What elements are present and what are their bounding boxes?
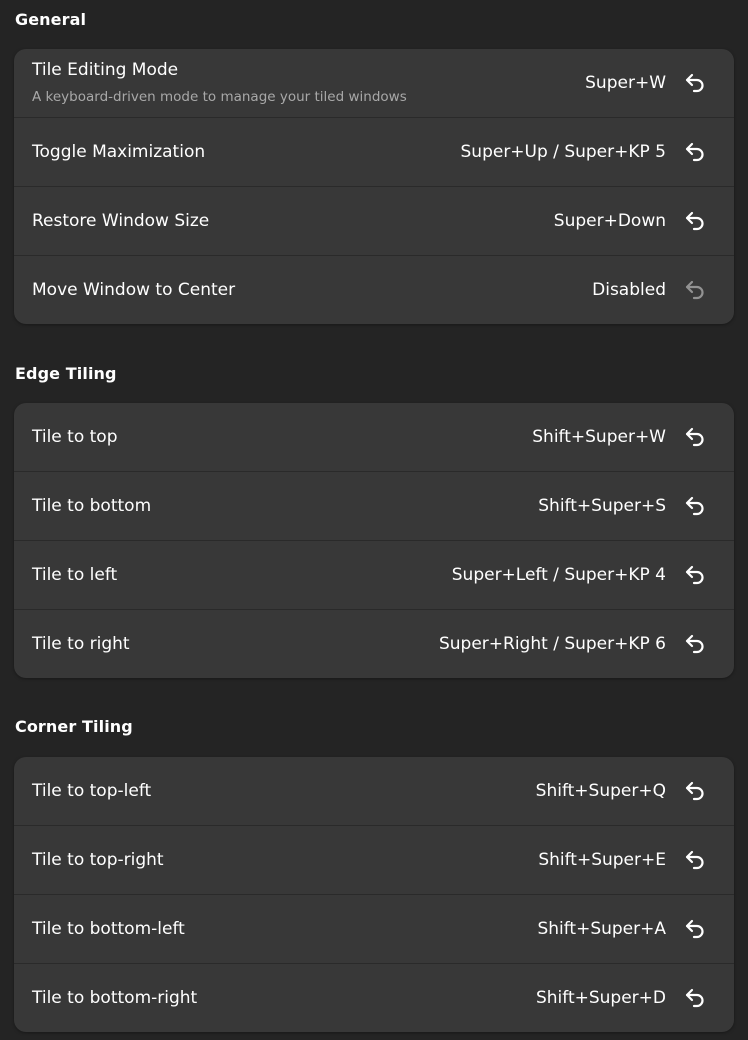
reset-button[interactable]	[678, 135, 712, 169]
undo-arrow-icon	[685, 427, 704, 447]
row-title: Tile to top-right	[32, 850, 164, 870]
shortcut-label: Shift+Super+D	[535, 988, 666, 1008]
shortcut-label: Disabled	[592, 280, 666, 300]
row-tile-to-bottom[interactable]: Tile to bottom Shift+Super+S	[14, 472, 734, 541]
shortcut-label: Super+Up / Super+KP 5	[460, 142, 667, 162]
row-tile-to-right[interactable]: Tile to right Super+Right / Super+KP 6	[14, 610, 734, 678]
undo-arrow-icon	[685, 988, 704, 1008]
row-tile-to-top[interactable]: Tile to top Shift+Super+W	[14, 403, 734, 472]
row-title: Tile to top-left	[32, 781, 152, 801]
undo-arrow-icon	[685, 781, 704, 801]
section-title-edge-tiling: Edge Tiling	[15, 364, 117, 383]
reset-button[interactable]	[678, 774, 712, 808]
reset-button[interactable]	[678, 204, 712, 238]
row-tile-to-bottom-left[interactable]: Tile to bottom-left Shift+Super+A	[14, 895, 734, 964]
undo-arrow-icon	[685, 73, 704, 93]
row-tile-to-top-left[interactable]: Tile to top-left Shift+Super+Q	[14, 757, 734, 826]
undo-arrow-icon	[685, 211, 704, 231]
undo-arrow-icon	[685, 850, 704, 870]
row-toggle-maximization[interactable]: Toggle Maximization Super+Up / Super+KP …	[14, 118, 734, 187]
shortcut-label: Shift+Super+Q	[535, 781, 666, 801]
row-tile-to-top-right[interactable]: Tile to top-right Shift+Super+E	[14, 826, 734, 895]
undo-arrow-icon	[685, 280, 704, 300]
row-subtitle: A keyboard-driven mode to manage your ti…	[32, 89, 407, 105]
row-title: Tile to bottom	[32, 496, 152, 516]
undo-arrow-icon	[685, 142, 704, 162]
keyboard-shortcuts-page: General Tile Editing Mode A keyboard-dri…	[0, 0, 748, 1040]
row-title: Toggle Maximization	[32, 142, 206, 162]
reset-button[interactable]	[678, 981, 712, 1015]
card-general: Tile Editing Mode A keyboard-driven mode…	[14, 49, 734, 324]
reset-button[interactable]	[678, 66, 712, 100]
row-tile-to-bottom-right[interactable]: Tile to bottom-right Shift+Super+D	[14, 964, 734, 1032]
reset-button[interactable]	[678, 627, 712, 661]
reset-button[interactable]	[678, 273, 712, 307]
undo-arrow-icon	[685, 634, 704, 654]
row-title: Tile to right	[32, 634, 130, 654]
row-move-window-to-center[interactable]: Move Window to Center Disabled	[14, 256, 734, 324]
reset-button[interactable]	[678, 420, 712, 454]
shortcut-label: Super+Right / Super+KP 6	[438, 634, 666, 654]
card-edge-tiling: Tile to top Shift+Super+W Tile to bottom…	[14, 403, 734, 678]
shortcut-label: Shift+Super+W	[532, 427, 666, 447]
shortcut-label: Shift+Super+E	[538, 850, 666, 870]
row-restore-window-size[interactable]: Restore Window Size Super+Down	[14, 187, 734, 256]
shortcut-label: Super+Left / Super+KP 4	[451, 565, 666, 585]
row-title: Tile to bottom-right	[32, 988, 198, 1008]
row-tile-to-left[interactable]: Tile to left Super+Left / Super+KP 4	[14, 541, 734, 610]
undo-arrow-icon	[685, 565, 704, 585]
row-title: Move Window to Center	[32, 280, 236, 300]
row-title: Tile to bottom-left	[32, 919, 185, 939]
row-tile-editing-mode[interactable]: Tile Editing Mode A keyboard-driven mode…	[14, 49, 734, 118]
shortcut-label: Super+Down	[553, 211, 666, 231]
row-title: Tile to top	[32, 427, 118, 447]
shortcut-label: Shift+Super+A	[537, 919, 666, 939]
row-title: Tile Editing Mode	[32, 60, 179, 80]
reset-button[interactable]	[678, 912, 712, 946]
section-title-corner-tiling: Corner Tiling	[15, 717, 133, 736]
card-corner-tiling: Tile to top-left Shift+Super+Q Tile to t…	[14, 757, 734, 1032]
reset-button[interactable]	[678, 558, 712, 592]
shortcut-label: Super+W	[585, 73, 666, 93]
reset-button[interactable]	[678, 843, 712, 877]
row-title: Tile to left	[32, 565, 118, 585]
undo-arrow-icon	[685, 496, 704, 516]
section-title-general: General	[15, 10, 87, 29]
shortcut-label: Shift+Super+S	[538, 496, 666, 516]
undo-arrow-icon	[685, 919, 704, 939]
row-title: Restore Window Size	[32, 211, 210, 231]
reset-button[interactable]	[678, 489, 712, 523]
